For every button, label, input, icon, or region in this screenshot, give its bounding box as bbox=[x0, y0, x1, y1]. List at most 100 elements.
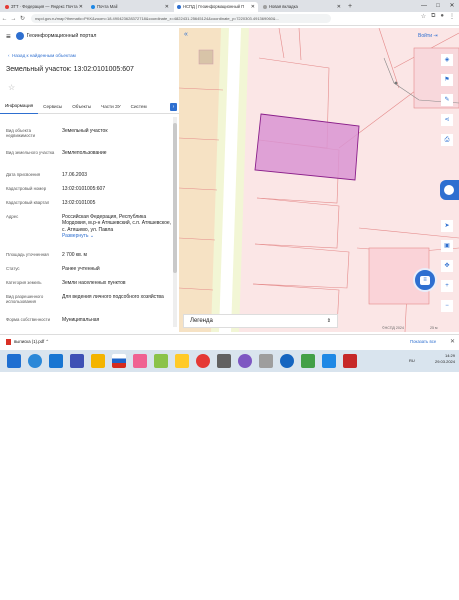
screen: ЗТТ · Федерация — Яндекс Почта ✕ Почта Ma… bbox=[0, 0, 459, 372]
collapse-panel-button[interactable]: « bbox=[184, 31, 192, 39]
panel-scrollbar[interactable] bbox=[173, 117, 177, 327]
object-title: Земельный участок: 13:02:0101005:607 bbox=[6, 66, 134, 73]
app-icon[interactable] bbox=[301, 354, 315, 368]
tab-label: Новая вкладка bbox=[269, 4, 298, 9]
tab-information[interactable]: Информация bbox=[0, 99, 39, 114]
zoom-in-button[interactable]: + bbox=[441, 280, 453, 292]
minimize-button[interactable]: — bbox=[417, 0, 431, 12]
browser-tab-active[interactable]: НСПД | Геоинформационный П ✕ bbox=[174, 2, 258, 12]
expand-link[interactable]: Развернуть ⌄ bbox=[62, 233, 94, 239]
chrome-icon[interactable] bbox=[196, 354, 210, 368]
downloads-bar: выписка (1).pdf ⌃ Показать все ✕ bbox=[0, 334, 459, 350]
url-field[interactable]: nspd.gov.ru/map?thematic=PKK&zoom=18.490… bbox=[31, 14, 331, 23]
app-icon[interactable] bbox=[217, 354, 231, 368]
close-icon[interactable]: ✕ bbox=[337, 2, 341, 12]
portal-title: Геоинформационный портал bbox=[26, 33, 97, 39]
attribute-value: Земли населенных пунктов bbox=[62, 280, 126, 286]
close-icon[interactable]: ✕ bbox=[79, 2, 83, 12]
word-icon[interactable] bbox=[322, 354, 336, 368]
building bbox=[198, 49, 214, 65]
show-all-downloads-button[interactable]: Показать все bbox=[410, 339, 436, 344]
layers-icon[interactable]: ◈ bbox=[441, 54, 453, 66]
browser-tab-strip: ЗТТ · Федерация — Яндекс Почта ✕ Почта Ma… bbox=[0, 0, 459, 12]
hp-icon[interactable] bbox=[280, 354, 294, 368]
map-point bbox=[394, 81, 398, 85]
attribute-value: Муниципальная bbox=[62, 317, 100, 323]
tab-parts[interactable]: Части ЗУ bbox=[96, 100, 126, 114]
grid-icon[interactable]: ▣ bbox=[441, 240, 453, 252]
share-icon[interactable]: ⋖ bbox=[441, 114, 453, 126]
close-downloads-button[interactable]: ✕ bbox=[450, 338, 455, 345]
close-icon[interactable]: ✕ bbox=[251, 2, 255, 12]
navigate-icon[interactable]: ➤ bbox=[441, 220, 453, 232]
tab-label: ЗТТ · Федерация — Яндекс Почта bbox=[11, 4, 78, 9]
download-item[interactable]: выписка (1).pdf ⌃ bbox=[6, 339, 49, 345]
forward-arrow-icon[interactable]: → bbox=[9, 16, 18, 22]
address-bar: ← → ↻ nspd.gov.ru/map?thematic=PKK&zoom=… bbox=[0, 12, 459, 26]
attribute-key: Адрес bbox=[6, 214, 19, 219]
portal-logo[interactable] bbox=[15, 32, 24, 40]
favorite-star-icon[interactable]: ☆ bbox=[8, 83, 15, 92]
scrollbar-thumb[interactable] bbox=[173, 123, 177, 273]
attribute-value: Для ведения личного подсобного хозяйства bbox=[62, 294, 164, 300]
zoom-out-button[interactable]: − bbox=[441, 300, 453, 312]
browser-tab[interactable]: Новая вкладка ✕ bbox=[260, 2, 344, 12]
close-icon[interactable]: ✕ bbox=[165, 2, 169, 12]
attribute-key: Категория земель bbox=[6, 280, 42, 285]
address-text: Российская Федерация, Республика Мордови… bbox=[62, 214, 172, 233]
app-icon[interactable] bbox=[154, 354, 168, 368]
files-icon[interactable] bbox=[175, 354, 189, 368]
bookmark-star-icon[interactable]: ☆ bbox=[421, 13, 426, 20]
window-controls: — □ ✕ bbox=[417, 0, 459, 12]
attribute-value[interactable]: 13:02:0101005:607 bbox=[62, 186, 172, 192]
attribute-value[interactable]: 13:02:0101005 bbox=[62, 200, 172, 206]
back-arrow-icon[interactable]: ← bbox=[0, 16, 9, 22]
app-icon[interactable] bbox=[259, 354, 273, 368]
reload-icon[interactable]: ↻ bbox=[18, 15, 27, 22]
pan-icon[interactable]: ✥ bbox=[441, 260, 453, 272]
new-tab-button[interactable]: + bbox=[348, 2, 352, 12]
menu-dots-icon[interactable]: ⋮ bbox=[449, 13, 455, 20]
tab-objects[interactable]: Объекты bbox=[67, 100, 96, 114]
extensions-icon[interactable]: ⧉ bbox=[431, 13, 435, 20]
system-clock[interactable]: 14:29 29.03.2024 bbox=[435, 353, 455, 365]
map-attribution: ©НСПД 2024 bbox=[382, 326, 404, 330]
app-icon[interactable] bbox=[238, 354, 252, 368]
app-icon[interactable] bbox=[343, 354, 357, 368]
selected-parcel-highlight[interactable] bbox=[254, 113, 360, 181]
tab-systems[interactable]: Систем bbox=[126, 100, 152, 114]
app-icon[interactable] bbox=[70, 354, 84, 368]
login-button[interactable]: Войти ⇥ bbox=[418, 33, 438, 39]
close-window-button[interactable]: ✕ bbox=[445, 0, 459, 12]
back-to-results-link[interactable]: ‹ Назад к найденным объектам bbox=[8, 53, 76, 58]
tabs-next-button[interactable]: › bbox=[170, 103, 177, 111]
yandex-icon[interactable] bbox=[112, 354, 126, 368]
map-scale: 25 м bbox=[430, 326, 438, 330]
print-icon[interactable]: ⎙ bbox=[441, 134, 453, 146]
profile-icon[interactable]: ● bbox=[440, 13, 444, 20]
start-icon[interactable] bbox=[7, 354, 21, 368]
folder-icon[interactable] bbox=[91, 354, 105, 368]
browser-tab[interactable]: Почта Mail ✕ bbox=[88, 2, 172, 12]
attribute-value: 17.06.2003 bbox=[62, 172, 88, 178]
panel-tabs: Информация Сервисы Объекты Части ЗУ Сист… bbox=[0, 100, 179, 114]
legend-dropdown[interactable]: Легенда ⇕ bbox=[183, 314, 338, 328]
browser-actions: ☆ ⧉ ● ⋮ bbox=[421, 13, 455, 20]
input-language[interactable]: RU bbox=[409, 358, 415, 363]
tools-icon[interactable]: ✎ bbox=[441, 94, 453, 106]
support-chat-button[interactable]: ≡ bbox=[413, 268, 437, 292]
tab-label: НСПД | Геоинформационный П bbox=[183, 4, 245, 9]
measure-icon[interactable]: ⚑ bbox=[441, 74, 453, 86]
tab-services[interactable]: Сервисы bbox=[38, 100, 67, 114]
maximize-button[interactable]: □ bbox=[431, 0, 445, 12]
app-icon[interactable] bbox=[133, 354, 147, 368]
hamburger-menu-icon[interactable]: ≡ bbox=[6, 32, 11, 41]
chat-icon bbox=[444, 185, 454, 195]
windows-taskbar: RU 14:29 29.03.2024 bbox=[0, 350, 459, 372]
cortana-icon[interactable] bbox=[28, 354, 42, 368]
side-chat-button[interactable] bbox=[440, 180, 459, 200]
browser-tab[interactable]: ЗТТ · Федерация — Яндекс Почта ✕ bbox=[2, 2, 86, 12]
attribute-key: Вид земельного участка bbox=[6, 150, 55, 155]
download-filename: выписка (1).pdf bbox=[14, 339, 45, 345]
edge-icon[interactable] bbox=[49, 354, 63, 368]
